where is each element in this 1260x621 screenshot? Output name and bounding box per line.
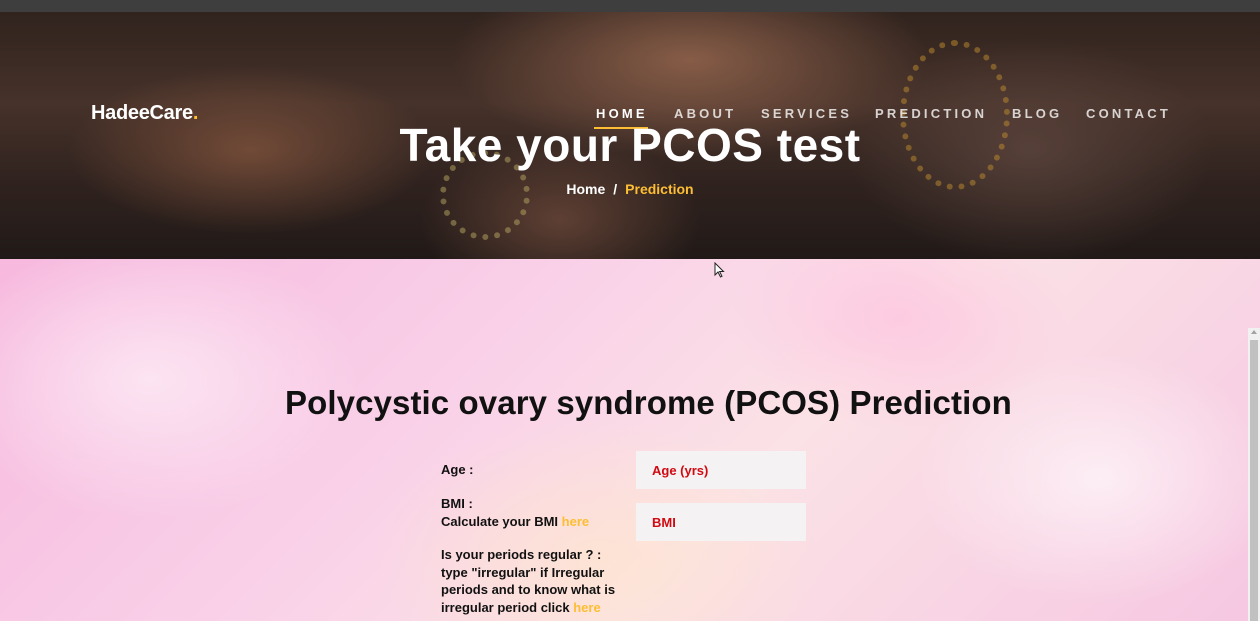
irregular-period-link[interactable]: here (573, 600, 600, 615)
periods-label-line2: type "irregular" if Irregular (441, 564, 605, 580)
periods-label-line4-text: irregular period click (441, 599, 570, 615)
bmi-label-group: BMI : Calculate your BMI here (441, 495, 589, 530)
age-label: Age : (441, 462, 474, 477)
mouse-cursor-icon (714, 262, 725, 278)
hero-banner: HadeeCare. HOME ABOUT SERVICES PREDICTIO… (0, 0, 1260, 259)
prediction-section (0, 259, 1260, 621)
scrollbar-thumb[interactable] (1250, 340, 1258, 621)
breadcrumb-separator: / (613, 181, 618, 197)
form-title: Polycystic ovary syndrome (PCOS) Predict… (285, 384, 1012, 421)
bmi-input[interactable] (636, 503, 806, 541)
periods-label-line3: periods and to know what is (441, 582, 616, 597)
breadcrumb-current: Prediction (625, 181, 694, 197)
bmi-calculator-link[interactable]: here (562, 514, 589, 529)
breadcrumb-home[interactable]: Home (566, 181, 605, 197)
scroll-up-icon[interactable] (1251, 330, 1257, 334)
page-title: Take your PCOS test (399, 119, 861, 171)
scrollbar[interactable] (1248, 328, 1260, 621)
periods-label-group: Is your periods regular ? : type "irregu… (441, 546, 615, 616)
breadcrumb: Home / Prediction (0, 181, 1260, 197)
bmi-hint-text: Calculate your BMI (441, 513, 559, 529)
bmi-hint: Calculate your BMI here (441, 513, 589, 531)
periods-label-line4: irregular period click here (441, 599, 615, 617)
periods-label-line1: Is your periods regular ? : (441, 547, 602, 562)
age-input[interactable] (636, 451, 806, 489)
top-strip (0, 0, 1260, 12)
bmi-label: BMI : (441, 496, 473, 511)
